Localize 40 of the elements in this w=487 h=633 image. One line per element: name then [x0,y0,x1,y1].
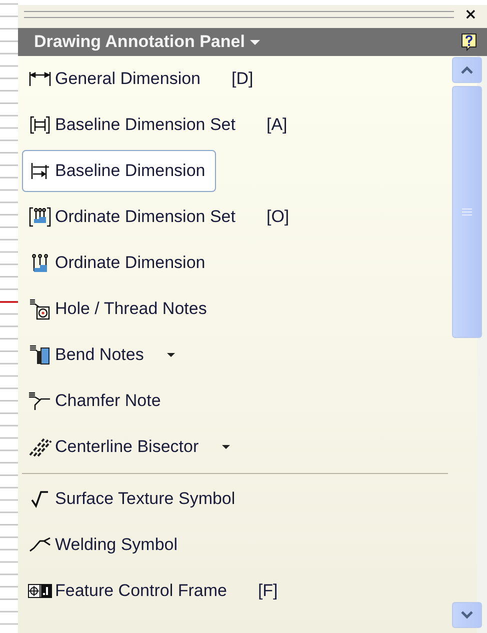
checkmark-icon [31,490,49,508]
tool-button[interactable]: Ordinate Dimension [22,242,214,284]
centerline-icon [28,437,52,457]
baseline-set-icon [30,116,50,134]
panel-grip[interactable] [24,10,454,18]
help-icon[interactable] [461,33,477,51]
hole-note-icon [29,298,51,320]
bend-note-icon [29,344,51,366]
dimension-icon [29,71,51,87]
scrollbar[interactable] [452,56,487,633]
tool-button[interactable]: Baseline Dimension Set [22,104,244,146]
tool-button[interactable]: Welding Symbol [22,524,187,566]
dropdown-caret-icon[interactable] [166,353,175,357]
tool-button[interactable]: Ordinate Dimension Set [22,196,244,238]
close-button[interactable]: × [464,5,483,23]
scroll-thumb[interactable] [452,86,482,338]
tool-button[interactable]: Centerline Bisector [22,426,208,468]
scroll-down-button[interactable] [452,602,482,628]
ordinate-icon [30,253,50,273]
shortcut-key: [D] [232,69,254,89]
shortcut-key: [O] [266,207,290,227]
chevron-down-icon [461,611,473,619]
tool-button[interactable]: Feature Control Frame [22,570,236,612]
chamfer-note-icon [28,391,52,411]
dropdown-caret-icon[interactable] [222,445,230,449]
weld-symbol-icon [29,537,51,553]
tool-button[interactable]: Chamfer Note [22,380,170,422]
tool-button[interactable]: Baseline Dimension [22,150,216,192]
tool-button[interactable]: General Dimension [22,58,210,100]
panel-title-menu[interactable]: Drawing Annotation Panel [34,32,260,52]
chevron-up-icon [461,66,473,74]
shortcut-key: [A] [266,115,288,135]
ordinate-set-icon [29,207,51,227]
shortcut-key: [F] [258,581,278,601]
tool-button[interactable]: Hole / Thread Notes [22,288,216,330]
tool-button[interactable]: Bend Notes [22,334,153,376]
control-frame-icon [28,584,52,598]
baseline-icon [30,162,50,180]
tool-button[interactable]: Surface Texture Symbol [22,478,244,520]
scroll-up-button[interactable] [452,57,482,83]
